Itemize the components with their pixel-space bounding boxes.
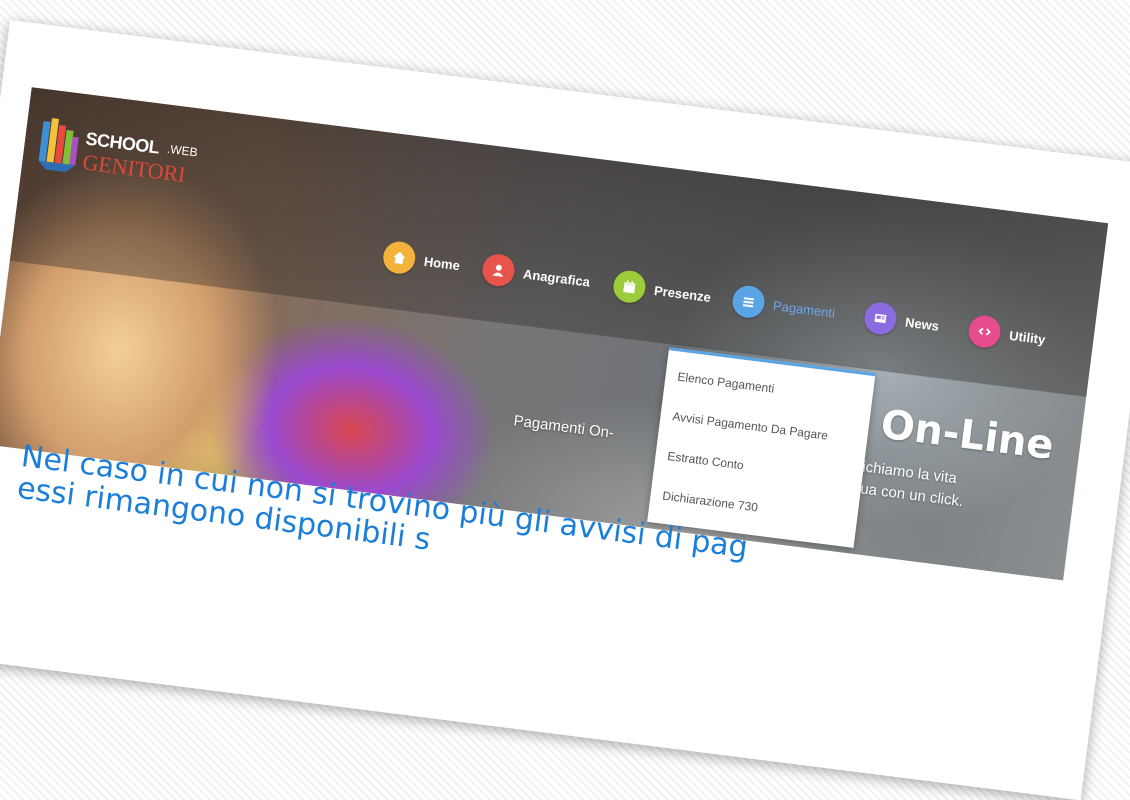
pagamenti-dropdown-menu: Elenco Pagamenti Avvisi Pagamento Da Pag… [647, 347, 876, 548]
logo-web-text: .WEB [166, 141, 199, 160]
hands-logo-icon [38, 118, 79, 173]
list-icon [730, 283, 767, 320]
nav-label-presenze: Presenze [653, 282, 712, 305]
menu-item-elenco-pagamenti[interactable]: Elenco Pagamenti [677, 370, 775, 396]
nav-label-home: Home [423, 253, 461, 273]
nav-label-anagrafica: Anagrafica [522, 265, 591, 290]
link-icon [966, 313, 1003, 350]
hero-left-text: Pagamenti On- [512, 412, 615, 442]
nav-label-utility: Utility [1008, 327, 1047, 347]
newspaper-icon [862, 300, 899, 337]
user-icon [480, 252, 517, 289]
menu-item-avvisi-pagamento-da-pagare[interactable]: Avvisi Pagamento Da Pagare [672, 409, 829, 443]
menu-item-dichiarazione-730[interactable]: Dichiarazione 730 [662, 489, 759, 515]
nav-label-news: News [904, 314, 940, 334]
home-icon [381, 239, 418, 276]
nav-label-pagamenti: Pagamenti [772, 297, 836, 321]
calendar-icon [611, 268, 648, 305]
menu-item-estratto-conto[interactable]: Estratto Conto [667, 449, 745, 473]
screenshot-card: SCHOOL .WEB GENITORI Home Anagrafica Pre… [0, 20, 1130, 800]
